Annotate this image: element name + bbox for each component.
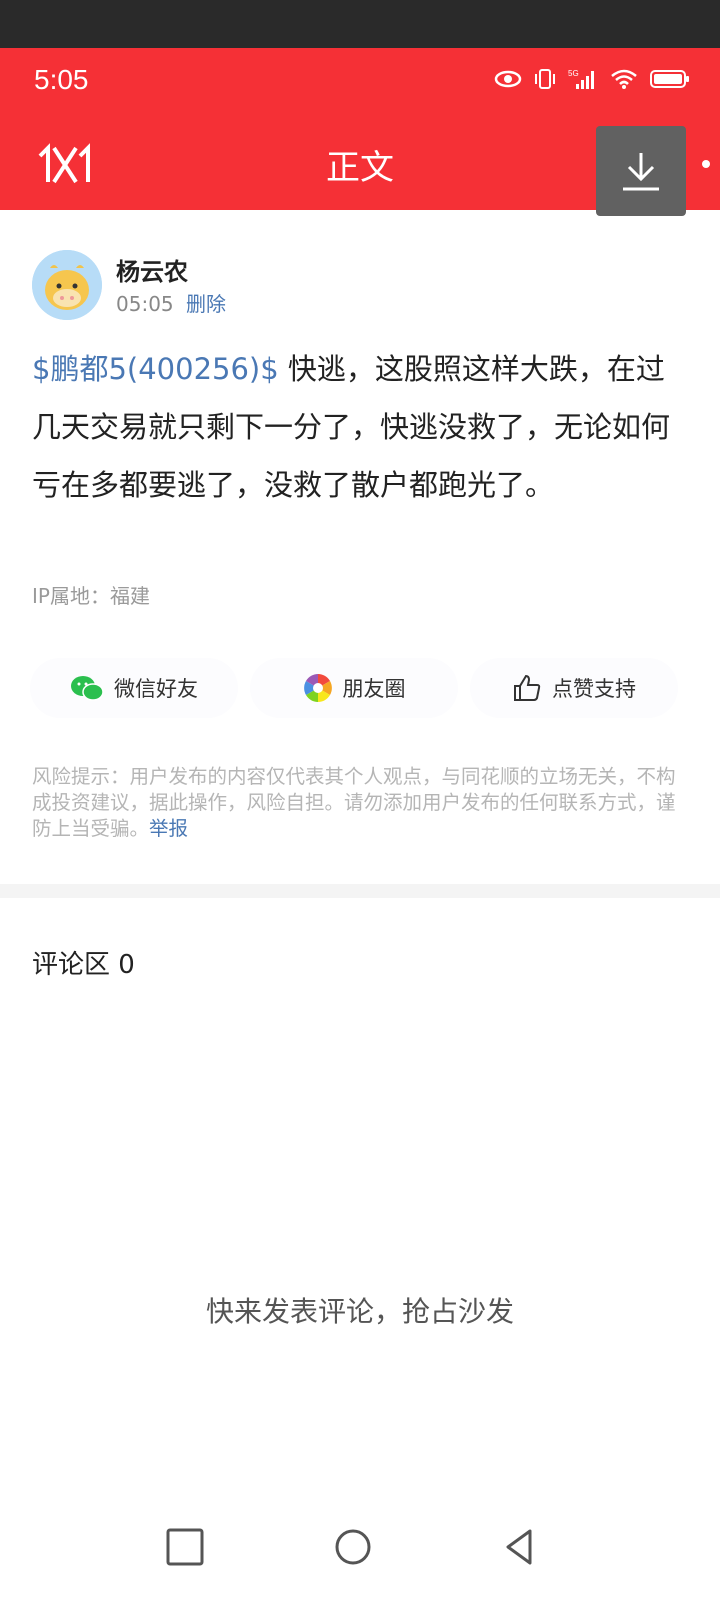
battery-icon (650, 70, 689, 88)
post-time: 05:05 (116, 292, 174, 316)
stock-tag-link[interactable]: $鹏都5(400256)$ (32, 352, 279, 386)
square-icon (166, 1528, 204, 1566)
system-navigation-bar (0, 1480, 720, 1600)
share-actions: 微信好友 朋友圈 点赞支持 (30, 658, 690, 718)
app-header: 正文 (0, 116, 720, 216)
svg-text:5G: 5G (568, 69, 579, 78)
avatar[interactable] (32, 250, 102, 320)
share-wechat-button[interactable]: 微信好友 (30, 658, 238, 718)
comments-empty-text[interactable]: 快来发表评论，抢占沙发 (0, 1290, 720, 1330)
status-time: 5:05 (34, 64, 89, 95)
post-author: 杨云农 05:05 删除 (32, 250, 692, 320)
report-link[interactable]: 举报 (149, 817, 188, 840)
share-moments-label: 朋友圈 (342, 677, 406, 701)
like-label: 点赞支持 (552, 677, 636, 701)
vibrate-icon (535, 69, 555, 89)
comments-title: 评论区 0 (32, 950, 135, 980)
top-black-bar (0, 0, 720, 48)
back-button[interactable] (502, 1528, 536, 1570)
more-dot-icon[interactable] (702, 160, 710, 168)
delete-link[interactable]: 删除 (186, 292, 226, 316)
section-divider (0, 884, 720, 898)
eye-icon (494, 70, 522, 88)
wechat-icon (71, 676, 104, 701)
download-button[interactable] (596, 126, 686, 216)
download-icon (623, 153, 659, 191)
cow-avatar-icon (32, 250, 102, 320)
ip-location: IP属地：福建 (32, 584, 150, 608)
share-wechat-label: 微信好友 (114, 677, 198, 701)
status-bar: 5:05 5G (0, 48, 720, 116)
thumbs-up-icon (514, 674, 541, 701)
moments-icon (303, 674, 332, 702)
like-button[interactable]: 点赞支持 (470, 658, 678, 718)
risk-text: 风险提示：用户发布的内容仅代表其个人观点，与同花顺的立场无关，不构成投资建议，据… (32, 765, 676, 840)
back-triangle-icon (506, 1529, 532, 1565)
author-name[interactable]: 杨云农 (116, 252, 188, 287)
status-icons: 5G (494, 68, 690, 90)
recent-apps-button[interactable] (166, 1528, 204, 1570)
risk-notice: 风险提示：用户发布的内容仅代表其个人观点，与同花顺的立场无关，不构成投资建议，据… (32, 764, 692, 842)
wifi-icon (611, 69, 637, 89)
home-button[interactable] (334, 1528, 372, 1570)
post-meta: 05:05 删除 (116, 288, 226, 317)
post-content: $鹏都5(400256)$ 快逃，这股照这样大跌，在过几天交易就只剩下一分了，快… (32, 340, 682, 514)
share-moments-button[interactable]: 朋友圈 (250, 658, 458, 718)
circle-icon (335, 1529, 371, 1565)
signal-5g-icon: 5G (568, 69, 594, 89)
